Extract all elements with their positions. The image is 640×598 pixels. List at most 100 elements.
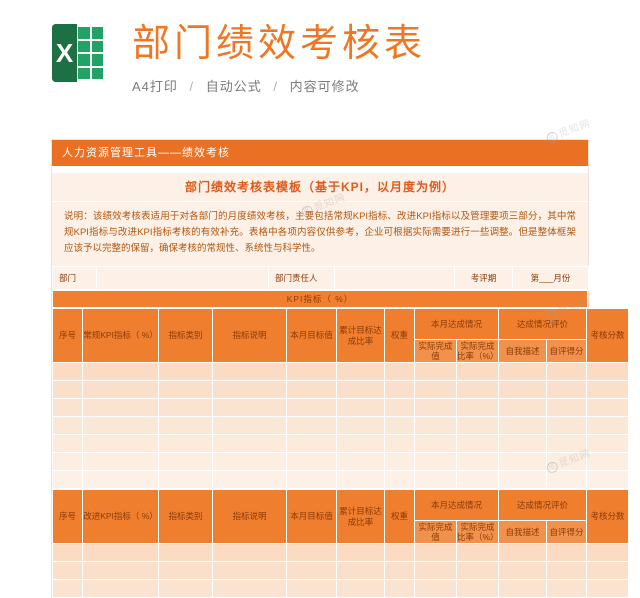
table-row[interactable]: [52, 561, 630, 580]
cell[interactable]: [455, 416, 500, 435]
table-row[interactable]: [52, 362, 630, 381]
cell[interactable]: [212, 434, 287, 453]
cell[interactable]: [498, 470, 548, 489]
cell[interactable]: [336, 543, 385, 562]
cell[interactable]: [546, 561, 588, 580]
cell[interactable]: [586, 470, 630, 489]
table-row[interactable]: [52, 398, 630, 417]
cell[interactable]: [498, 362, 548, 381]
cell[interactable]: [498, 434, 548, 453]
cell[interactable]: [82, 380, 159, 399]
cell[interactable]: [384, 380, 415, 399]
cell[interactable]: [158, 579, 213, 598]
cell[interactable]: [336, 362, 385, 381]
table-row[interactable]: [52, 416, 630, 435]
cell[interactable]: [586, 380, 630, 399]
cell[interactable]: [286, 398, 337, 417]
cell[interactable]: [586, 561, 630, 580]
cell[interactable]: [336, 380, 385, 399]
cell[interactable]: [455, 561, 500, 580]
cell[interactable]: [384, 470, 415, 489]
cell[interactable]: [455, 398, 500, 417]
cell[interactable]: [52, 561, 83, 580]
cell[interactable]: [336, 452, 385, 471]
cell[interactable]: [586, 362, 630, 381]
table-row[interactable]: [52, 470, 630, 489]
cell[interactable]: [158, 416, 213, 435]
cell[interactable]: [336, 398, 385, 417]
table-row[interactable]: [52, 579, 630, 598]
cell[interactable]: [498, 561, 548, 580]
cell[interactable]: [336, 434, 385, 453]
cell[interactable]: [158, 362, 213, 381]
cell[interactable]: [212, 561, 287, 580]
cell[interactable]: [546, 380, 588, 399]
cell[interactable]: [546, 543, 588, 562]
cell[interactable]: [158, 470, 213, 489]
cell[interactable]: [384, 579, 415, 598]
cell[interactable]: [158, 434, 213, 453]
cell[interactable]: [414, 380, 457, 399]
cell[interactable]: [414, 416, 457, 435]
cell[interactable]: [384, 434, 415, 453]
cell[interactable]: [546, 452, 588, 471]
cell[interactable]: [455, 579, 500, 598]
cell[interactable]: [414, 579, 457, 598]
cell[interactable]: [52, 416, 83, 435]
cell[interactable]: [455, 362, 500, 381]
cell[interactable]: [455, 380, 500, 399]
cell[interactable]: [546, 398, 588, 417]
cell[interactable]: [586, 579, 630, 598]
cell[interactable]: [586, 434, 630, 453]
cell[interactable]: [455, 452, 500, 471]
cell[interactable]: [82, 398, 159, 417]
cell[interactable]: [414, 398, 457, 417]
cell[interactable]: [384, 362, 415, 381]
cell[interactable]: [212, 362, 287, 381]
cell[interactable]: [586, 452, 630, 471]
cell[interactable]: [52, 470, 83, 489]
cell[interactable]: [586, 543, 630, 562]
cell[interactable]: [414, 434, 457, 453]
cell[interactable]: [498, 416, 548, 435]
cell[interactable]: [286, 416, 337, 435]
cell[interactable]: [212, 380, 287, 399]
cell[interactable]: [384, 543, 415, 562]
cell[interactable]: [82, 452, 159, 471]
cell[interactable]: [212, 398, 287, 417]
cell[interactable]: [82, 561, 159, 580]
cell[interactable]: [286, 452, 337, 471]
cell[interactable]: [546, 416, 588, 435]
cell[interactable]: [82, 416, 159, 435]
cell[interactable]: [498, 452, 548, 471]
cell[interactable]: [384, 561, 415, 580]
cell[interactable]: [52, 398, 83, 417]
cell[interactable]: [336, 561, 385, 580]
cell[interactable]: [52, 362, 83, 381]
cell[interactable]: [384, 452, 415, 471]
cell[interactable]: [546, 434, 588, 453]
cell[interactable]: [286, 543, 337, 562]
cell[interactable]: [212, 416, 287, 435]
cell[interactable]: [498, 543, 548, 562]
cell[interactable]: [158, 398, 213, 417]
cell[interactable]: [286, 579, 337, 598]
cell[interactable]: [82, 579, 159, 598]
period-value[interactable]: 第___月份: [512, 266, 589, 290]
cell[interactable]: [455, 470, 500, 489]
cell[interactable]: [586, 398, 630, 417]
cell[interactable]: [158, 543, 213, 562]
cell[interactable]: [158, 561, 213, 580]
cell[interactable]: [498, 579, 548, 598]
cell[interactable]: [336, 579, 385, 598]
cell[interactable]: [414, 470, 457, 489]
table-row[interactable]: [52, 543, 630, 562]
cell[interactable]: [498, 398, 548, 417]
cell[interactable]: [52, 380, 83, 399]
cell[interactable]: [158, 380, 213, 399]
cell[interactable]: [384, 416, 415, 435]
cell[interactable]: [546, 362, 588, 381]
cell[interactable]: [498, 380, 548, 399]
cell[interactable]: [286, 434, 337, 453]
cell[interactable]: [414, 561, 457, 580]
